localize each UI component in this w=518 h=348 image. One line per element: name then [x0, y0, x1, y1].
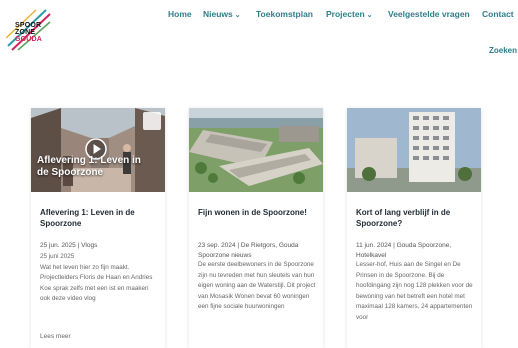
logo-badge-icon — [143, 112, 161, 130]
card-meta: 11 jun. 2024 | Gouda Spoorzone, Hotelkav… — [356, 242, 452, 259]
nav-label: Toekomstplan — [256, 9, 313, 19]
card-excerpt: Lesser-hof, Huis aan de Singel en De Pri… — [356, 261, 473, 321]
site-logo[interactable]: SPOOR ZONE GOUDA — [6, 6, 52, 52]
read-more-link[interactable]: Lees meer — [40, 333, 71, 340]
card-title[interactable]: Fijn wonen in de Spoorzone! — [198, 207, 316, 218]
nav-item-contact[interactable]: Contact — [482, 8, 514, 20]
nav-label: Projecten — [326, 9, 365, 19]
logo-text-3: GOUDA — [15, 36, 43, 43]
nav-item-toekomstplan[interactable]: Toekomstplan — [256, 8, 313, 20]
search-link[interactable]: Zoeken — [489, 46, 517, 56]
video-caption: Aflevering 1: Leven in de Spoorzone — [37, 155, 141, 178]
hotel-rendering-image — [347, 108, 481, 192]
nav-item-nieuws[interactable]: Nieuws ⌄ — [203, 8, 241, 22]
nav-item-veelgestelde-vragen[interactable]: Veelgestelde vragen — [388, 8, 470, 20]
card-image[interactable] — [347, 108, 481, 192]
news-card[interactable]: Aflevering 1: Leven in de Spoorzone Afle… — [31, 108, 165, 348]
card-date-line: 25 juni 2025 — [40, 253, 75, 260]
card-title[interactable]: Kort of lang verblijf in de Spoorzone? — [356, 207, 474, 229]
card-meta: 25 jun. 2025 | Vlogs — [40, 242, 98, 249]
card-title[interactable]: Aflevering 1: Leven in de Spoorzone — [40, 207, 158, 229]
card-excerpt: 25 juni 2025 Wat het leven hier zo fijn … — [40, 252, 158, 305]
chevron-down-icon: ⌄ — [234, 12, 241, 19]
nav-label: Veelgestelde vragen — [388, 9, 470, 19]
nav-label: Home — [168, 9, 192, 19]
card-image[interactable] — [189, 108, 323, 192]
video-thumbnail[interactable]: Aflevering 1: Leven in de Spoorzone — [31, 108, 165, 192]
logo-text-2: ZONE — [15, 29, 36, 36]
card-excerpt-text: Wat het leven hier zo fijn maakt. Projec… — [40, 263, 153, 303]
card-meta: 23 sep. 2024 | De Rietgors, Gouda Spoorz… — [198, 242, 299, 259]
nav-label: Contact — [482, 9, 514, 19]
card-excerpt: De eerste deelbewoners in de Spoorzone z… — [198, 261, 316, 311]
logo-text-1: SPOOR — [15, 22, 42, 29]
news-card[interactable]: Kort of lang verblijf in de Spoorzone? 1… — [347, 108, 481, 348]
nav-item-home[interactable]: Home — [168, 8, 192, 20]
chevron-down-icon: ⌄ — [366, 12, 373, 19]
aerial-image — [189, 108, 323, 192]
nav-label: Nieuws — [203, 9, 233, 19]
nav-item-projecten[interactable]: Projecten ⌄ — [326, 8, 373, 22]
site-header: SPOOR ZONE GOUDA Home Nieuws ⌄ Toekomstpl… — [0, 0, 518, 100]
news-card[interactable]: Fijn wonen in de Spoorzone! 23 sep. 2024… — [189, 108, 323, 348]
